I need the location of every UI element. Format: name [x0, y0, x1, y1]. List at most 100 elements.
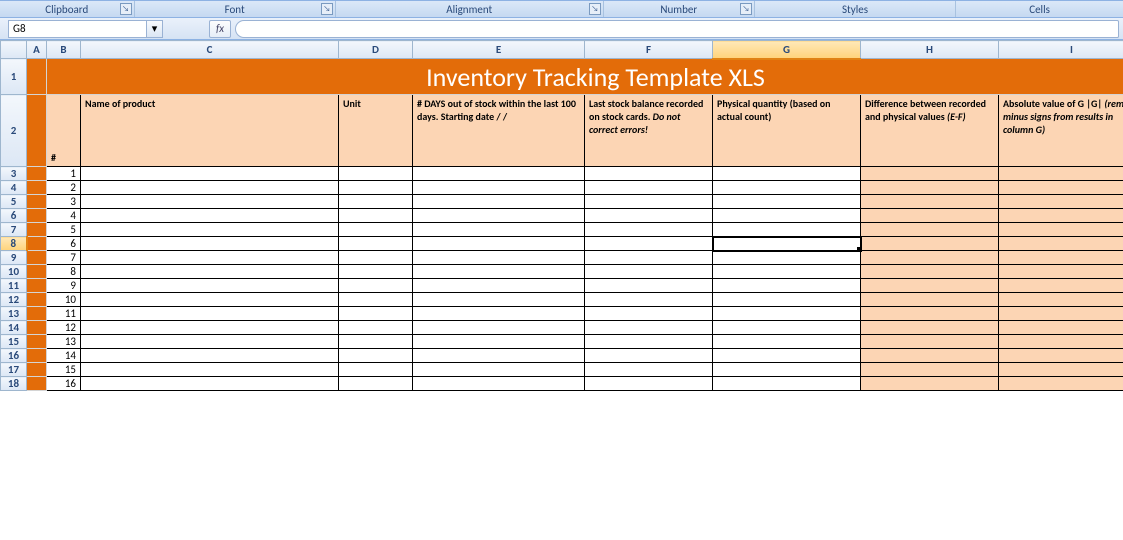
header-phys[interactable]: Physical quantity (based on actual count…: [713, 95, 861, 167]
cell-E17[interactable]: [413, 363, 585, 377]
ribbon-group-styles[interactable]: Styles: [755, 1, 956, 17]
cell-D16[interactable]: [339, 349, 413, 363]
header-diff[interactable]: Difference between recorded and physical…: [861, 95, 999, 167]
cell-G10[interactable]: [713, 265, 861, 279]
col-header-I[interactable]: I: [999, 41, 1123, 59]
cell-E8[interactable]: [413, 237, 585, 251]
cell-C16[interactable]: [81, 349, 339, 363]
cell-I6[interactable]: [999, 209, 1123, 223]
cell-F18[interactable]: [585, 377, 713, 391]
cell-G7[interactable]: [713, 223, 861, 237]
cell-C6[interactable]: [81, 209, 339, 223]
cell-G11[interactable]: [713, 279, 861, 293]
cell-C11[interactable]: [81, 279, 339, 293]
cell-B16[interactable]: 14: [47, 349, 81, 363]
cell-F5[interactable]: [585, 195, 713, 209]
cell-F6[interactable]: [585, 209, 713, 223]
cell-E14[interactable]: [413, 321, 585, 335]
cell-E7[interactable]: [413, 223, 585, 237]
cell-I12[interactable]: [999, 293, 1123, 307]
row-header-11[interactable]: 11: [1, 279, 27, 293]
cell-H4[interactable]: [861, 181, 999, 195]
cell-C7[interactable]: [81, 223, 339, 237]
dialog-launcher-icon[interactable]: ↘: [120, 3, 132, 15]
cell-E6[interactable]: [413, 209, 585, 223]
col-header-H[interactable]: H: [861, 41, 999, 59]
cell-I15[interactable]: [999, 335, 1123, 349]
row-header-16[interactable]: 16: [1, 349, 27, 363]
cell-B3[interactable]: 1: [47, 167, 81, 181]
dialog-launcher-icon[interactable]: ↘: [740, 3, 752, 15]
cell-B9[interactable]: 7: [47, 251, 81, 265]
cell-D14[interactable]: [339, 321, 413, 335]
row-header-5[interactable]: 5: [1, 195, 27, 209]
cell-B17[interactable]: 15: [47, 363, 81, 377]
cell-G16[interactable]: [713, 349, 861, 363]
cell-A12[interactable]: [27, 293, 47, 307]
ribbon-group-number[interactable]: Number↘: [604, 1, 755, 17]
cell-D8[interactable]: [339, 237, 413, 251]
cell-D18[interactable]: [339, 377, 413, 391]
cell-H3[interactable]: [861, 167, 999, 181]
row-header-10[interactable]: 10: [1, 265, 27, 279]
title-cell[interactable]: Inventory Tracking Template XLS: [47, 59, 1123, 95]
cell-F7[interactable]: [585, 223, 713, 237]
row-header-9[interactable]: 9: [1, 251, 27, 265]
dropdown-icon[interactable]: ▾: [146, 21, 162, 37]
cell-H14[interactable]: [861, 321, 999, 335]
cell-G8[interactable]: [713, 237, 861, 251]
cell-E13[interactable]: [413, 307, 585, 321]
col-header-F[interactable]: F: [585, 41, 713, 59]
row-header-13[interactable]: 13: [1, 307, 27, 321]
cell-A8[interactable]: [27, 237, 47, 251]
cell-C18[interactable]: [81, 377, 339, 391]
cell-B11[interactable]: 9: [47, 279, 81, 293]
cell-I4[interactable]: [999, 181, 1123, 195]
cell-C8[interactable]: [81, 237, 339, 251]
cell-H18[interactable]: [861, 377, 999, 391]
cell-F8[interactable]: [585, 237, 713, 251]
cell-A1[interactable]: [27, 59, 47, 95]
cell-H16[interactable]: [861, 349, 999, 363]
cell-D6[interactable]: [339, 209, 413, 223]
cell-I7[interactable]: [999, 223, 1123, 237]
cell-C13[interactable]: [81, 307, 339, 321]
cell-I13[interactable]: [999, 307, 1123, 321]
cell-A11[interactable]: [27, 279, 47, 293]
cell-G6[interactable]: [713, 209, 861, 223]
dialog-launcher-icon[interactable]: ↘: [321, 3, 333, 15]
row-header-15[interactable]: 15: [1, 335, 27, 349]
cell-C17[interactable]: [81, 363, 339, 377]
col-header-C[interactable]: C: [81, 41, 339, 59]
cell-D5[interactable]: [339, 195, 413, 209]
row-header-1[interactable]: 1: [1, 59, 27, 95]
cell-H8[interactable]: [861, 237, 999, 251]
cell-F4[interactable]: [585, 181, 713, 195]
cell-E15[interactable]: [413, 335, 585, 349]
cell-A10[interactable]: [27, 265, 47, 279]
cell-H15[interactable]: [861, 335, 999, 349]
header-abs[interactable]: Absolute value of G |G| (remove minus si…: [999, 95, 1123, 167]
cell-B10[interactable]: 8: [47, 265, 81, 279]
col-header-B[interactable]: B: [47, 41, 81, 59]
col-header-G[interactable]: G: [713, 41, 861, 59]
cell-H17[interactable]: [861, 363, 999, 377]
cell-E5[interactable]: [413, 195, 585, 209]
select-all-corner[interactable]: [1, 41, 27, 59]
cell-C12[interactable]: [81, 293, 339, 307]
cell-B14[interactable]: 12: [47, 321, 81, 335]
header-unit[interactable]: Unit: [339, 95, 413, 167]
row-header-14[interactable]: 14: [1, 321, 27, 335]
cell-I16[interactable]: [999, 349, 1123, 363]
cell-C15[interactable]: [81, 335, 339, 349]
row-header-4[interactable]: 4: [1, 181, 27, 195]
row-header-2[interactable]: 2: [1, 95, 27, 167]
cell-G13[interactable]: [713, 307, 861, 321]
cell-A6[interactable]: [27, 209, 47, 223]
cell-E4[interactable]: [413, 181, 585, 195]
dialog-launcher-icon[interactable]: ↘: [589, 3, 601, 15]
cell-C5[interactable]: [81, 195, 339, 209]
col-header-D[interactable]: D: [339, 41, 413, 59]
cell-F16[interactable]: [585, 349, 713, 363]
cell-A9[interactable]: [27, 251, 47, 265]
